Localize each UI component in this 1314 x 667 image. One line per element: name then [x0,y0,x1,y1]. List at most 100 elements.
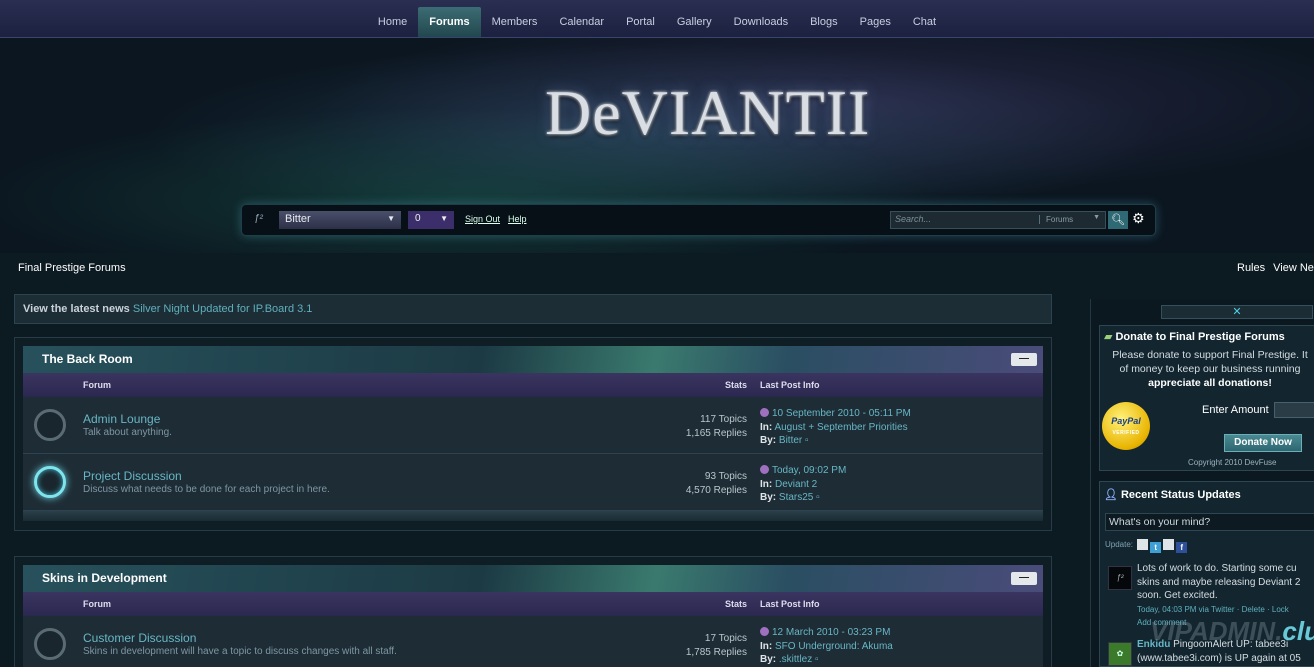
last-post-date[interactable]: 10 September 2010 - 05:11 PM [772,408,911,419]
col-stats: Stats [725,599,748,609]
last-post-icon[interactable] [760,627,769,636]
status-text: skins and maybe releasing Deviant 2 [1137,576,1301,588]
user-avatar-icon[interactable]: ƒ² [254,213,263,224]
category-title: The Back Room [42,352,133,366]
money-icon: ▰ [1104,331,1113,343]
col-stats: Stats [725,380,748,390]
collapse-icon[interactable]: — [1011,572,1037,585]
nav-gallery[interactable]: Gallery [666,7,723,37]
last-post-topic[interactable]: SFO Underground: Akuma [775,641,893,652]
view-new-link[interactable]: View Ne [1273,262,1314,274]
status-text: soon. Get excited. [1137,590,1218,601]
topics-count: 117 Topics [700,414,747,425]
forum-row: Admin Lounge Talk about anything. 117 To… [23,397,1043,454]
paypal-text: PayPal [1111,416,1141,426]
nav-chat[interactable]: Chat [902,7,947,37]
status-input[interactable]: What's on your mind? [1105,513,1314,531]
last-post-icon[interactable] [760,465,769,474]
chevron-down-icon: ▼ [440,214,448,223]
by-label: By: [760,492,777,503]
gear-icon[interactable]: ⚙ [1132,210,1145,227]
notifications-dropdown[interactable]: 0 ▼ [408,211,454,229]
donate-line: of money to keep our business running [1119,363,1301,375]
last-post-info: 12 March 2010 - 03:23 PM In: SFO Undergr… [760,626,893,667]
profile-card-icon[interactable]: ▫ [805,435,809,446]
nav-portal[interactable]: Portal [615,7,666,37]
last-post-icon[interactable] [760,408,769,417]
nav-pages[interactable]: Pages [849,7,902,37]
search-icon: 🔍︎ [1111,214,1125,226]
user-bar: ƒ² Bitter ▼ 0 ▼ Sign Out Help Search... … [241,204,1156,236]
user-menu-dropdown[interactable]: Bitter ▼ [279,211,401,229]
twitter-icon[interactable]: t [1150,542,1162,553]
nav-calendar[interactable]: Calendar [548,7,615,37]
status-meta[interactable]: Today, 04:03 PM via Twitter · Delete · L… [1137,603,1314,617]
nav-home[interactable]: Home [367,7,418,37]
last-post-topic[interactable]: Deviant 2 [775,479,817,490]
forum-description: Talk about anything. [83,427,172,438]
forum-stats: 17 Topics 1,785 Replies [686,632,747,660]
in-label: In: [760,421,773,433]
forum-title[interactable]: Customer Discussion [83,631,196,645]
amount-input[interactable] [1274,402,1314,418]
avatar[interactable]: ƒ² [1108,566,1132,590]
nav-forums[interactable]: Forums [418,6,481,37]
news-label: View the latest news [23,303,130,315]
last-post-date[interactable]: Today, 09:02 PM [772,465,846,476]
category-header[interactable]: Skins in Development — [23,565,1043,592]
watermark-text: club [1282,616,1314,646]
category-header[interactable]: The Back Room — [23,346,1043,373]
nav-members[interactable]: Members [481,7,549,37]
checkbox-icon[interactable] [1137,539,1149,550]
replies-count: 1,785 Replies [685,647,747,658]
last-post-author[interactable]: .skittlez [779,654,812,665]
category-footer [23,511,1043,521]
forum-title[interactable]: Admin Lounge [83,412,160,426]
forum-description: Discuss what needs to be done for each p… [83,484,330,495]
close-sidebar-button[interactable]: ✕ [1161,305,1313,319]
forum-status-icon [34,628,66,660]
last-post-author[interactable]: Bitter [779,435,802,446]
col-last-post: Last Post Info [760,599,820,609]
forum-row: Project Discussion Discuss what needs to… [23,454,1043,511]
notification-count: 0 [415,213,421,224]
forum-status-icon [34,409,66,441]
close-icon: ✕ [1232,306,1242,318]
facebook-icon[interactable]: f [1176,542,1188,553]
forum-stats: 117 Topics 1,165 Replies [686,413,747,441]
nav-blogs[interactable]: Blogs [799,7,849,37]
rules-link[interactable]: Rules [1237,262,1265,274]
header-links: Rules View Ne [1237,262,1314,274]
nav-downloads[interactable]: Downloads [723,7,799,37]
profile-card-icon[interactable]: ▫ [816,492,820,503]
username-label: Bitter [285,213,311,225]
in-label: In: [760,478,773,490]
profile-card-icon[interactable]: ▫ [815,654,819,665]
checkbox-icon[interactable] [1163,539,1175,550]
status-title-text: Recent Status Updates [1120,489,1241,501]
donate-now-button[interactable]: Donate Now [1224,434,1302,452]
forum-title[interactable]: Project Discussion [83,469,182,483]
paypal-subtext: VERIFIED [1112,430,1140,436]
avatar[interactable]: ✿ [1108,642,1132,666]
breadcrumb[interactable]: Final Prestige Forums [18,262,126,274]
sign-out-link[interactable]: Sign Out [465,214,500,224]
by-label: By: [760,435,777,446]
collapse-icon[interactable]: — [1011,353,1037,366]
news-link[interactable]: Silver Night Updated for IP.Board 3.1 [133,303,313,315]
last-post-author[interactable]: Stars25 [779,492,813,503]
search-button[interactable]: 🔍︎ [1108,211,1128,229]
forum-row: Customer Discussion Skins in development… [23,616,1043,667]
news-bar: View the latest news Silver Night Update… [14,294,1052,324]
forum-status-new-icon [34,466,66,498]
replies-count: 4,570 Replies [685,485,747,496]
site-logo[interactable]: DeVIANTII [545,76,869,166]
search-input[interactable]: Search... Forums ▼ [890,211,1106,229]
donate-copyright: Copyright 2010 DevFuse [1188,458,1277,467]
topics-count: 17 Topics [704,633,747,644]
help-link[interactable]: Help [508,214,527,224]
search-scope-select[interactable]: Forums [1039,215,1073,224]
col-forum: Forum [83,599,111,609]
last-post-date[interactable]: 12 March 2010 - 03:23 PM [772,627,890,638]
last-post-topic[interactable]: August + September Priorities [774,422,907,433]
